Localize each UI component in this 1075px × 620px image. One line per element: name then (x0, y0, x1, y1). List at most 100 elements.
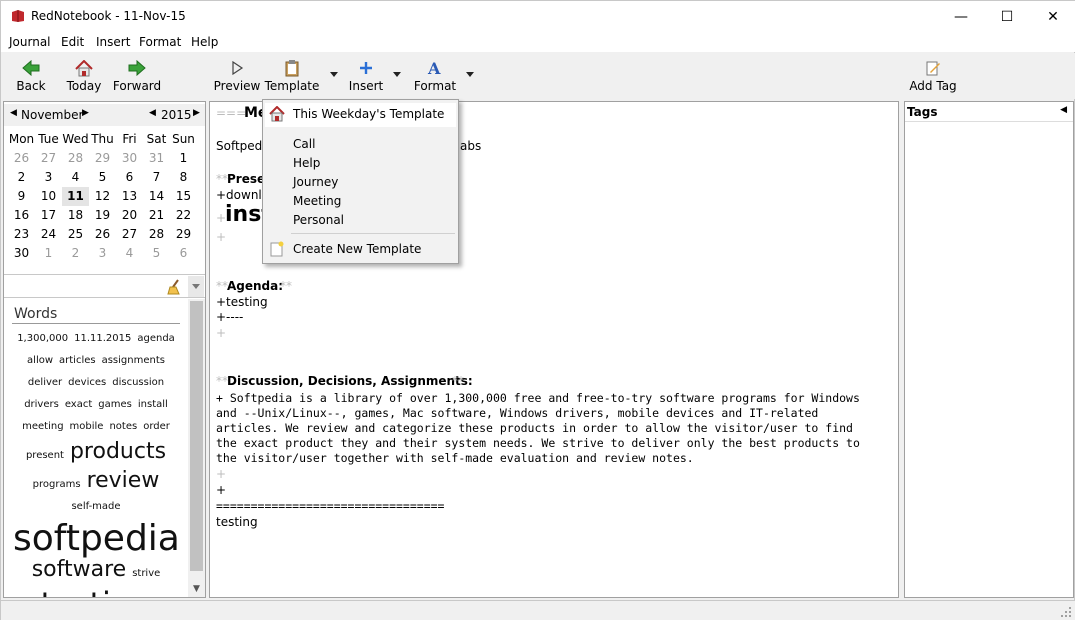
word-cloud-item[interactable]: programs (33, 480, 81, 490)
prev-month-button[interactable]: ◀ (10, 108, 17, 118)
calendar-day[interactable]: 27 (35, 149, 62, 168)
calendar-day[interactable]: 23 (8, 225, 35, 244)
menu-edit[interactable]: Edit (61, 35, 84, 49)
calendar-day[interactable]: 14 (143, 187, 170, 206)
calendar-day[interactable]: 4 (116, 244, 143, 263)
calendar-day[interactable]: 10 (35, 187, 62, 206)
menu-journal[interactable]: Journal (9, 35, 51, 49)
word-cloud-item[interactable]: games (98, 400, 132, 410)
calendar-day[interactable]: 22 (170, 206, 197, 225)
word-cloud-item[interactable]: devices (68, 378, 106, 388)
add-tag-button[interactable]: Add Tag (909, 55, 957, 97)
close-button[interactable]: ✕ (1030, 1, 1075, 32)
preview-button[interactable]: Preview (214, 55, 260, 97)
calendar-day-selected[interactable]: 11 (62, 187, 89, 206)
word-cloud-item[interactable]: install (138, 400, 168, 410)
calendar-day[interactable]: 2 (62, 244, 89, 263)
insert-dropdown-arrow[interactable] (392, 67, 402, 81)
word-cloud-item[interactable]: agenda (137, 334, 174, 344)
calendar-day[interactable]: 27 (116, 225, 143, 244)
calendar-day[interactable]: 26 (8, 149, 35, 168)
calendar-day[interactable]: 16 (8, 206, 35, 225)
calendar-day[interactable]: 5 (89, 168, 116, 187)
word-cloud-item[interactable]: review (87, 470, 160, 492)
word-cloud-item[interactable]: products (70, 441, 166, 463)
word-cloud-item[interactable]: discussion (112, 378, 164, 388)
word-cloud-item[interactable]: order (143, 422, 170, 432)
calendar-day[interactable]: 6 (116, 168, 143, 187)
word-cloud-item[interactable]: assignments (102, 356, 165, 366)
template-item-help[interactable]: Help (293, 156, 320, 170)
word-cloud-item[interactable]: mobile (70, 422, 104, 432)
forward-button[interactable]: Forward (113, 55, 161, 97)
word-cloud-item[interactable]: present (26, 451, 64, 461)
calendar-day[interactable]: 17 (35, 206, 62, 225)
word-cloud-item[interactable]: softpedia (13, 521, 180, 557)
search-dropdown-button[interactable] (188, 276, 204, 297)
menu-help[interactable]: Help (191, 35, 218, 49)
template-item-meeting[interactable]: Meeting (293, 194, 341, 208)
word-cloud-item[interactable]: testing (41, 588, 152, 597)
calendar-day[interactable]: 24 (35, 225, 62, 244)
calendar-day[interactable]: 31 (143, 149, 170, 168)
calendar-day[interactable]: 18 (62, 206, 89, 225)
minimize-button[interactable]: — (938, 1, 984, 32)
calendar-day[interactable]: 9 (8, 187, 35, 206)
menu-format[interactable]: Format (139, 35, 181, 49)
calendar-day[interactable]: 3 (89, 244, 116, 263)
calendar-day[interactable]: 21 (143, 206, 170, 225)
calendar-day[interactable]: 7 (143, 168, 170, 187)
calendar-day[interactable]: 19 (89, 206, 116, 225)
calendar-day[interactable]: 28 (143, 225, 170, 244)
menu-insert[interactable]: Insert (96, 35, 130, 49)
calendar-day[interactable]: 1 (35, 244, 62, 263)
calendar-day[interactable]: 25 (62, 225, 89, 244)
word-cloud-item[interactable]: allow (27, 356, 53, 366)
calendar-day[interactable]: 29 (170, 225, 197, 244)
word-cloud-item[interactable]: notes (109, 422, 137, 432)
calendar-day[interactable]: 20 (116, 206, 143, 225)
collapse-arrow-icon[interactable]: ◀ (1060, 105, 1067, 115)
calendar-day[interactable]: 15 (170, 187, 197, 206)
back-button[interactable]: Back (13, 55, 49, 97)
template-dropdown-arrow[interactable] (329, 67, 339, 81)
calendar-day[interactable]: 30 (116, 149, 143, 168)
calendar-day[interactable]: 26 (89, 225, 116, 244)
word-cloud-item[interactable]: 1,300,000 (17, 334, 68, 344)
calendar-day[interactable]: 30 (8, 244, 35, 263)
word-cloud-item[interactable]: exact (65, 400, 92, 410)
calendar-day[interactable]: 8 (170, 168, 197, 187)
word-cloud-item[interactable]: self-made (71, 502, 120, 512)
word-cloud-item[interactable]: 11.11.2015 (74, 334, 131, 344)
calendar-day[interactable]: 2 (8, 168, 35, 187)
calendar-day[interactable]: 28 (62, 149, 89, 168)
next-month-button[interactable]: ▶ (82, 108, 89, 118)
calendar-day[interactable]: 29 (89, 149, 116, 168)
word-cloud-item[interactable]: meeting (22, 422, 63, 432)
calendar-day[interactable]: 13 (116, 187, 143, 206)
template-item-journey[interactable]: Journey (293, 175, 338, 189)
today-button[interactable]: Today (63, 55, 105, 97)
word-cloud-item[interactable]: drivers (24, 400, 59, 410)
calendar-day[interactable]: 6 (170, 244, 197, 263)
word-cloud-item[interactable]: strive (132, 569, 160, 579)
weekday-template-item[interactable]: This Weekday's Template (293, 107, 444, 121)
calendar-day[interactable]: 1 (170, 149, 197, 168)
word-cloud-item[interactable]: deliver (28, 378, 62, 388)
tags-header[interactable]: Tags ◀ (905, 102, 1073, 122)
scrollbar-thumb[interactable] (190, 301, 203, 571)
words-scrollbar[interactable]: ▼ (188, 299, 205, 597)
insert-button[interactable]: Insert (349, 55, 383, 97)
calendar-day[interactable]: 4 (62, 168, 89, 187)
resize-grip-icon[interactable] (1060, 606, 1072, 618)
word-cloud-item[interactable]: articles (59, 356, 96, 366)
create-template-item[interactable]: Create New Template (293, 242, 421, 256)
calendar-day[interactable]: 5 (143, 244, 170, 263)
format-dropdown-arrow[interactable] (465, 67, 475, 81)
search-input[interactable] (6, 277, 164, 296)
word-cloud-item[interactable]: software (32, 559, 126, 581)
calendar-day[interactable]: 12 (89, 187, 116, 206)
format-button[interactable]: A Format (413, 55, 457, 97)
prev-year-button[interactable]: ◀ (149, 108, 156, 118)
calendar-day[interactable]: 3 (35, 168, 62, 187)
